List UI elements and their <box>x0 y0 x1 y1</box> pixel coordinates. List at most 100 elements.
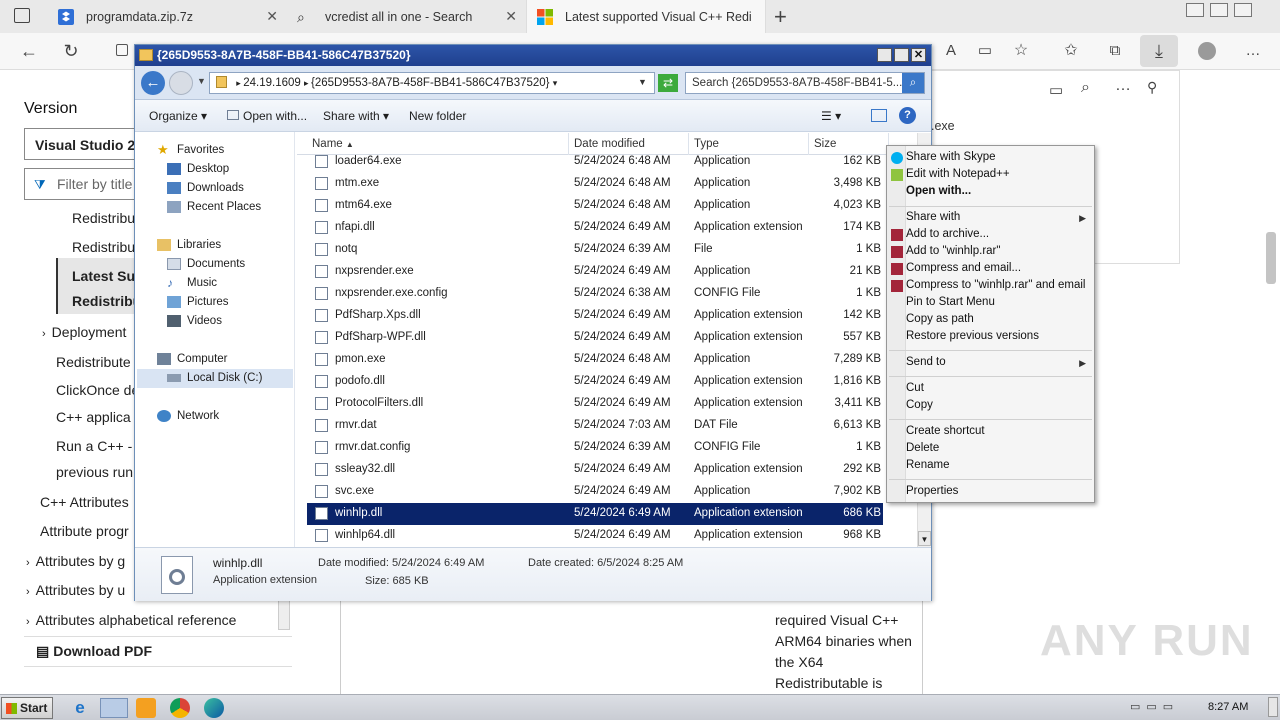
view-options-icon[interactable]: ☰ ▾ <box>821 109 841 123</box>
breadcrumb[interactable]: ▸ 24.19.1609 ▸ {265D9553-8A7B-458F-BB41-… <box>209 72 655 94</box>
share-with-button[interactable]: Share with ▾ <box>323 109 389 123</box>
nav-desktop[interactable]: Desktop <box>167 163 229 175</box>
forward-icon[interactable] <box>169 71 193 95</box>
favorites-icon[interactable]: ✩ <box>1058 40 1084 62</box>
nav-recent[interactable]: Recent Places <box>167 201 261 213</box>
menu-item-compress-email[interactable]: Compress and email... <box>906 262 1021 274</box>
file-row[interactable]: nfapi.dll 5/24/2024 6:49 AM Application ex… <box>307 217 883 239</box>
file-row[interactable]: winhlp64.dll 5/24/2024 6:49 AM Application… <box>307 525 883 547</box>
menu-item-notepadpp[interactable]: Edit with Notepad++ <box>906 168 1010 180</box>
menu-item-create-shortcut[interactable]: Create shortcut <box>906 425 985 437</box>
nav-documents[interactable]: Documents <box>167 258 245 270</box>
file-row[interactable]: mtm64.exe 5/24/2024 6:48 AM Application 4,0… <box>307 195 883 217</box>
new-folder-button[interactable]: New folder <box>409 109 466 123</box>
nav-network[interactable]: Network <box>157 410 219 422</box>
avatar[interactable] <box>1198 42 1216 60</box>
file-row[interactable]: nxpsrender.exe 5/24/2024 6:49 AM Applicati… <box>307 261 883 283</box>
nav-favorites[interactable]: ★ Favorites <box>157 143 224 156</box>
menu-item-restore-versions[interactable]: Restore previous versions <box>906 330 1039 342</box>
menu-item-share-skype[interactable]: Share with Skype <box>906 151 996 163</box>
menu-item-compress-rar-email[interactable]: Compress to "winhlp.rar" and email <box>906 279 1085 291</box>
toc-item-active[interactable]: Latest Sup <box>72 268 144 284</box>
download-pdf-link[interactable]: ▤ Download PDF <box>36 643 152 660</box>
nav-libraries[interactable]: Libraries <box>157 239 221 251</box>
search-icon[interactable]: ⌕ <box>1081 79 1090 97</box>
start-button[interactable]: Start <box>1 697 53 719</box>
search-icon[interactable]: ⌕ <box>902 73 924 93</box>
folder-icon[interactable]: ▭ <box>1049 81 1063 99</box>
show-desktop-button[interactable] <box>1268 697 1278 717</box>
media-player-icon[interactable] <box>136 698 156 718</box>
open-with-button[interactable]: Open with... <box>227 109 307 123</box>
menu-item-copy[interactable]: Copy <box>906 399 933 411</box>
toc-item[interactable]: › Attributes alphabetical reference <box>26 612 236 628</box>
maximize-icon[interactable] <box>894 48 909 62</box>
refresh-icon[interactable]: ↻ <box>58 40 84 62</box>
tray-icons[interactable]: ▭▭▭ <box>1130 700 1179 713</box>
menu-item-send-to[interactable]: Send to <box>906 356 946 368</box>
file-row[interactable]: winhlp.dll 5/24/2024 6:49 AM Application e… <box>307 503 883 525</box>
reader-icon[interactable]: ▭ <box>972 40 998 62</box>
file-row[interactable]: ProtocolFilters.dll 5/24/2024 6:49 AM Appl… <box>307 393 883 415</box>
toc-item[interactable]: C++ Attributes <box>40 494 129 510</box>
back-icon[interactable]: ← <box>141 71 165 95</box>
organize-button[interactable]: Organize ▾ <box>149 109 207 123</box>
nav-computer[interactable]: Computer <box>157 353 228 365</box>
tab-latest-visual-cpp[interactable]: Latest supported Visual C++ Redi <box>526 0 766 33</box>
nav-downloads[interactable]: Downloads <box>167 182 244 194</box>
toc-item[interactable]: previous run <box>56 464 133 480</box>
scroll-down-icon[interactable]: ▼ <box>918 531 931 546</box>
explorer-taskbar-icon[interactable] <box>100 698 128 718</box>
download-icon[interactable]: ⤓ <box>1140 35 1178 67</box>
toc-item[interactable]: Redistribute <box>56 354 131 370</box>
toc-item[interactable]: C++ applica <box>56 409 131 425</box>
toc-item[interactable]: › Attributes by u <box>26 582 125 598</box>
refresh-icon[interactable]: ⇄ <box>658 74 678 92</box>
pin-icon[interactable]: ⚲ <box>1147 79 1157 96</box>
breadcrumb-item[interactable]: {265D9553-8A7B-458F-BB41-586C47B37520} <box>311 77 550 89</box>
toc-item[interactable]: Redistribu <box>72 210 135 226</box>
lock-icon[interactable] <box>116 44 128 56</box>
download-item-name[interactable]: .exe <box>931 119 955 133</box>
nav-pictures[interactable]: Pictures <box>167 296 229 308</box>
nav-videos[interactable]: Videos <box>167 315 222 327</box>
ie-icon[interactable]: e <box>70 698 90 718</box>
help-icon[interactable]: ? <box>899 107 916 124</box>
new-tab-button[interactable]: + <box>774 4 787 30</box>
toc-item[interactable]: Redistribu <box>72 239 135 255</box>
file-row[interactable]: ssleay32.dll 5/24/2024 6:49 AM Application… <box>307 459 883 481</box>
file-row[interactable]: PdfSharp-WPF.dll 5/24/2024 6:49 AM Applica… <box>307 327 883 349</box>
file-row[interactable]: notq 5/24/2024 6:39 AM File 1 KB <box>307 239 883 261</box>
file-row[interactable]: nxpsrender.exe.config 5/24/2024 6:38 AM CO… <box>307 283 883 305</box>
restore-icon[interactable] <box>1210 3 1228 17</box>
menu-item-copy-path[interactable]: Copy as path <box>906 313 974 325</box>
file-row[interactable]: podofo.dll 5/24/2024 6:49 AM Application e… <box>307 371 883 393</box>
collections-icon[interactable]: ⧉ <box>1102 40 1128 62</box>
menu-item-add-rar[interactable]: Add to "winhlp.rar" <box>906 245 1000 257</box>
more-icon[interactable]: … <box>1240 40 1266 62</box>
close-icon[interactable]: ✕ <box>266 8 278 25</box>
file-row[interactable]: svc.exe 5/24/2024 6:49 AM Application 7,902… <box>307 481 883 503</box>
menu-item-cut[interactable]: Cut <box>906 382 924 394</box>
toc-item[interactable]: › Deployment <box>42 324 126 340</box>
file-row[interactable]: loader64.exe 5/24/2024 6:48 AM Application… <box>307 151 883 173</box>
menu-item-share-with[interactable]: Share with <box>906 211 960 223</box>
address-dropdown-icon[interactable]: ▼ <box>638 77 647 87</box>
toc-item[interactable]: Run a C++ - <box>56 438 132 454</box>
menu-item-properties[interactable]: Properties <box>906 485 958 497</box>
menu-item-pin-start[interactable]: Pin to Start Menu <box>906 296 995 308</box>
toc-item[interactable]: › Attributes by g <box>26 553 125 569</box>
toc-item[interactable]: ClickOnce de <box>56 382 139 398</box>
minimize-icon[interactable] <box>877 48 892 62</box>
back-icon[interactable]: ← <box>16 40 42 62</box>
read-aloud-icon[interactable]: A <box>938 40 964 62</box>
nav-local-disk[interactable]: Local Disk (C:) <box>167 372 262 384</box>
breadcrumb-item[interactable]: 24.19.1609 <box>243 77 301 89</box>
menu-item-rename[interactable]: Rename <box>906 459 949 471</box>
page-scrollbar[interactable] <box>1266 232 1276 284</box>
search-input[interactable]: Search {265D9553-8A7B-458F-BB41-5... ⌕ <box>685 72 925 94</box>
more-icon[interactable]: … <box>1115 77 1131 95</box>
edge-icon[interactable] <box>204 698 224 718</box>
close-icon[interactable]: ✕ <box>505 8 517 25</box>
preview-pane-icon[interactable] <box>871 109 887 122</box>
